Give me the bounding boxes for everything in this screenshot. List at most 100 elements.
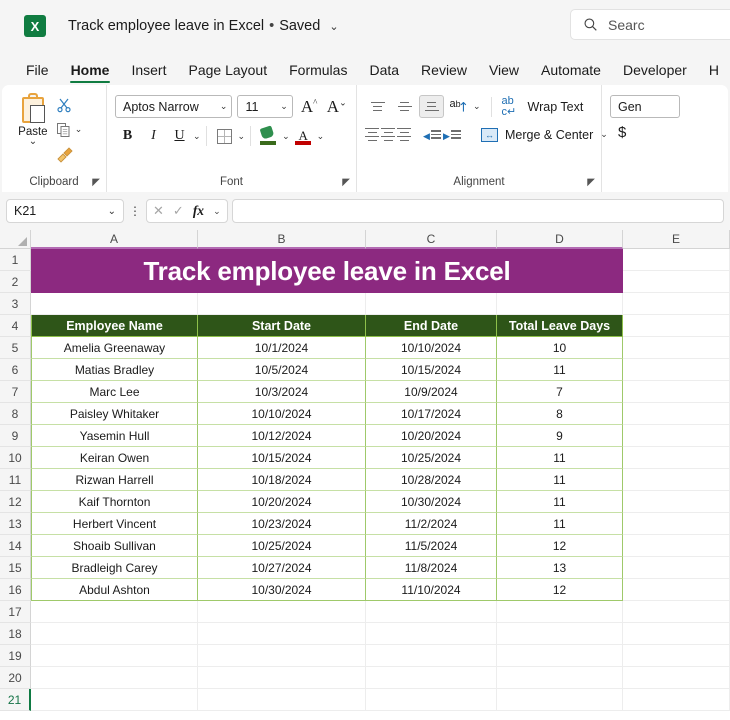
cell-employee-name[interactable]: Yasemin Hull (31, 425, 198, 447)
cell-e19[interactable] (623, 645, 730, 667)
cell-employee-name[interactable]: Abdul Ashton (31, 579, 198, 601)
cell-c19[interactable] (366, 645, 497, 667)
align-middle-button[interactable] (392, 95, 417, 118)
cell-b17[interactable] (198, 601, 366, 623)
tab-home[interactable]: Home (61, 59, 120, 85)
row-header-15[interactable]: 15 (0, 557, 31, 579)
cell-end-date[interactable]: 10/20/2024 (366, 425, 497, 447)
copy-button[interactable]: ⌄ (56, 119, 98, 140)
cell-end-date[interactable]: 10/17/2024 (366, 403, 497, 425)
cell-e17[interactable] (623, 601, 730, 623)
cell-employee-name[interactable]: Matias Bradley (31, 359, 198, 381)
increase-indent-button[interactable]: ▶ (443, 123, 461, 146)
cell-e1[interactable] (623, 249, 730, 271)
orientation-button[interactable]: ab ↗ (446, 95, 472, 118)
row-header-1[interactable]: 1 (0, 249, 31, 271)
cell-e12[interactable] (623, 491, 730, 513)
underline-button[interactable]: U (167, 124, 192, 148)
row-header-2[interactable]: 2 (0, 271, 31, 293)
cell-b20[interactable] (198, 667, 366, 689)
cell-end-date[interactable]: 10/30/2024 (366, 491, 497, 513)
chevron-down-icon[interactable]: ⌄ (29, 137, 37, 147)
cell-total-leave-days[interactable]: 11 (497, 491, 623, 513)
cell-start-date[interactable]: 10/20/2024 (198, 491, 366, 513)
cell-start-date[interactable]: 10/5/2024 (198, 359, 366, 381)
cell-d21[interactable] (497, 689, 623, 711)
cell-e7[interactable] (623, 381, 730, 403)
cell-d18[interactable] (497, 623, 623, 645)
cell-b21[interactable] (198, 689, 366, 711)
select-all-corner[interactable] (0, 230, 31, 248)
cell-e15[interactable] (623, 557, 730, 579)
tab-view[interactable]: View (479, 59, 529, 85)
cell-employee-name[interactable]: Herbert Vincent (31, 513, 198, 535)
align-left-button[interactable] (365, 123, 379, 146)
cell-start-date[interactable]: 10/12/2024 (198, 425, 366, 447)
cell-e3[interactable] (623, 293, 730, 315)
increase-font-size-button[interactable]: A^ (298, 97, 321, 117)
font-color-chevron-down-icon[interactable]: ⌄ (317, 131, 325, 142)
row-header-13[interactable]: 13 (0, 513, 31, 535)
cut-button[interactable] (56, 94, 98, 115)
cell-start-date[interactable]: 10/25/2024 (198, 535, 366, 557)
cell-a17[interactable] (31, 601, 198, 623)
cell-end-date[interactable]: 10/28/2024 (366, 469, 497, 491)
number-format-combo[interactable]: Gen (610, 95, 680, 118)
cell-total-leave-days[interactable]: 7 (497, 381, 623, 403)
align-bottom-button[interactable] (419, 95, 444, 118)
cell-start-date[interactable]: 10/10/2024 (198, 403, 366, 425)
font-name-combo[interactable]: Aptos Narrow ⌄ (115, 95, 233, 118)
cell-total-leave-days[interactable]: 13 (497, 557, 623, 579)
clipboard-dialog-launcher-icon[interactable]: ◤ (92, 177, 100, 188)
formula-bar-overflow-icon[interactable]: ⋮ (128, 204, 142, 218)
borders-chevron-down-icon[interactable]: ⌄ (238, 131, 246, 142)
cell-start-date[interactable]: 10/3/2024 (198, 381, 366, 403)
cell-end-date[interactable]: 10/25/2024 (366, 447, 497, 469)
table-header-end-date[interactable]: End Date (366, 315, 497, 337)
cell-c18[interactable] (366, 623, 497, 645)
cell-d3[interactable] (497, 293, 623, 315)
cell-employee-name[interactable]: Kaif Thornton (31, 491, 198, 513)
cell-e2[interactable] (623, 271, 730, 293)
insert-function-icon[interactable]: fx (193, 203, 204, 219)
cell-start-date[interactable]: 10/1/2024 (198, 337, 366, 359)
cell-start-date[interactable]: 10/15/2024 (198, 447, 366, 469)
cell-a19[interactable] (31, 645, 198, 667)
align-right-button[interactable] (397, 123, 411, 146)
cell-e13[interactable] (623, 513, 730, 535)
column-header-e[interactable]: E (623, 230, 730, 248)
tab-page-layout[interactable]: Page Layout (178, 59, 277, 85)
accounting-format-button[interactable]: $ (610, 124, 683, 141)
chevron-down-icon[interactable]: ⌄ (108, 206, 116, 217)
cell-a21[interactable] (31, 689, 198, 711)
tab-developer[interactable]: Developer (613, 59, 697, 85)
cell-end-date[interactable]: 10/9/2024 (366, 381, 497, 403)
enter-icon[interactable]: ✓ (173, 203, 184, 219)
cell-e6[interactable] (623, 359, 730, 381)
cell-employee-name[interactable]: Rizwan Harrell (31, 469, 198, 491)
cell-end-date[interactable]: 11/2/2024 (366, 513, 497, 535)
row-header-11[interactable]: 11 (0, 469, 31, 491)
cell-e4[interactable] (623, 315, 730, 337)
cell-total-leave-days[interactable]: 11 (497, 513, 623, 535)
alignment-dialog-launcher-icon[interactable]: ◤ (587, 177, 595, 188)
cell-start-date[interactable]: 10/30/2024 (198, 579, 366, 601)
row-header-19[interactable]: 19 (0, 645, 31, 667)
cell-end-date[interactable]: 10/15/2024 (366, 359, 497, 381)
cell-a20[interactable] (31, 667, 198, 689)
cell-end-date[interactable]: 11/8/2024 (366, 557, 497, 579)
borders-button[interactable] (212, 124, 237, 148)
row-header-12[interactable]: 12 (0, 491, 31, 513)
align-top-button[interactable] (365, 95, 390, 118)
wrap-text-button[interactable]: ab c↵ Wrap Text (502, 95, 584, 118)
cell-total-leave-days[interactable]: 9 (497, 425, 623, 447)
row-header-9[interactable]: 9 (0, 425, 31, 447)
row-header-7[interactable]: 7 (0, 381, 31, 403)
cell-start-date[interactable]: 10/18/2024 (198, 469, 366, 491)
font-dialog-launcher-icon[interactable]: ◤ (342, 177, 350, 188)
cell-employee-name[interactable]: Bradleigh Carey (31, 557, 198, 579)
tab-automate[interactable]: Automate (531, 59, 611, 85)
italic-button[interactable]: I (141, 124, 166, 148)
cell-e14[interactable] (623, 535, 730, 557)
title-banner[interactable]: Track employee leave in Excel (31, 249, 623, 293)
